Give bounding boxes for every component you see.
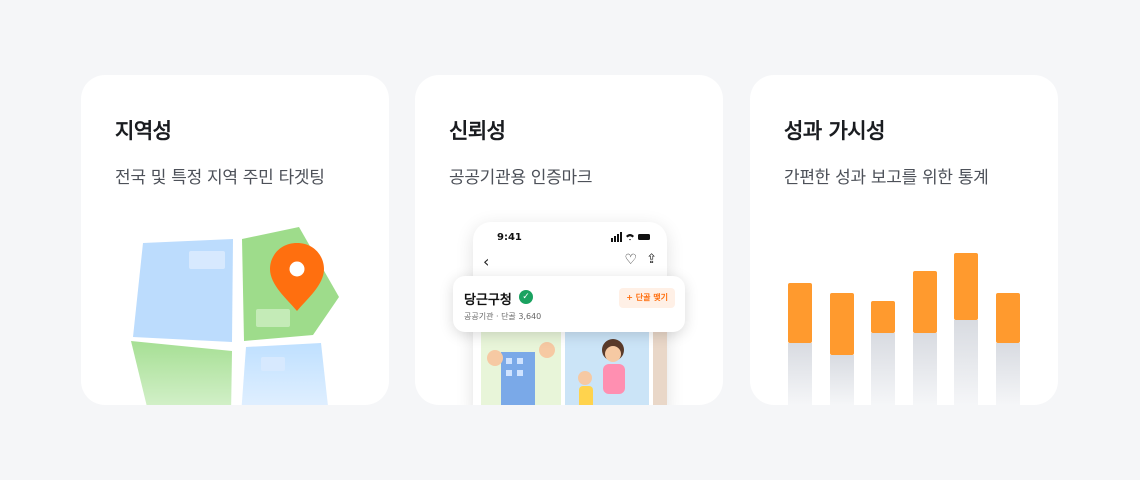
bar-base [871, 333, 895, 405]
follow-button[interactable]: + 단골 맺기 [619, 288, 675, 308]
bar-base [913, 333, 937, 405]
bar-highlight [996, 293, 1020, 343]
profile-name: 당근구청 [464, 293, 512, 308]
stats-bar-chart [788, 253, 1020, 405]
bar-base [996, 343, 1020, 405]
card-description: 공공기관용 인증마크 [449, 168, 593, 188]
bar-highlight [788, 283, 812, 343]
bar-base [954, 320, 978, 405]
map-illustration [131, 227, 339, 405]
performance-card: 성과 가시성 간편한 성과 보고를 위한 통계 [750, 75, 1058, 405]
verified-badge-icon: ✓ [519, 290, 533, 304]
profile-card[interactable]: 당근구청 ✓ 공공기관 · 단골 3,640 + 단골 맺기 [453, 276, 685, 332]
share-icon[interactable]: ⇪ [646, 252, 657, 267]
bar-base [788, 343, 812, 405]
profile-subtext: 공공기관 · 단골 3,640 [464, 312, 542, 321]
photo-grid [481, 328, 667, 405]
bar-highlight [954, 253, 978, 320]
bar-highlight [913, 271, 937, 333]
map-block-green-bottom [131, 341, 232, 405]
heart-icon[interactable]: ♡ [624, 252, 637, 268]
feature-section: 지역성 전국 및 특정 지역 주민 타겟팅 신뢰성 공공기관용 인증마크 9:4… [0, 0, 1140, 480]
back-icon[interactable]: ‹ [483, 252, 489, 271]
map-block-blue-bottom [241, 343, 328, 405]
bar-highlight [830, 293, 854, 355]
status-icons [611, 232, 650, 242]
card-title: 신뢰성 [449, 119, 506, 143]
bar-highlight [871, 301, 895, 333]
trust-card: 신뢰성 공공기관용 인증마크 9:41 ‹ ♡ ⇪ 당근구청 ✓ 공공기관 · … [415, 75, 723, 405]
status-time: 9:41 [497, 232, 522, 243]
locality-card: 지역성 전국 및 특정 지역 주민 타겟팅 [81, 75, 389, 405]
bar-base [830, 355, 854, 405]
